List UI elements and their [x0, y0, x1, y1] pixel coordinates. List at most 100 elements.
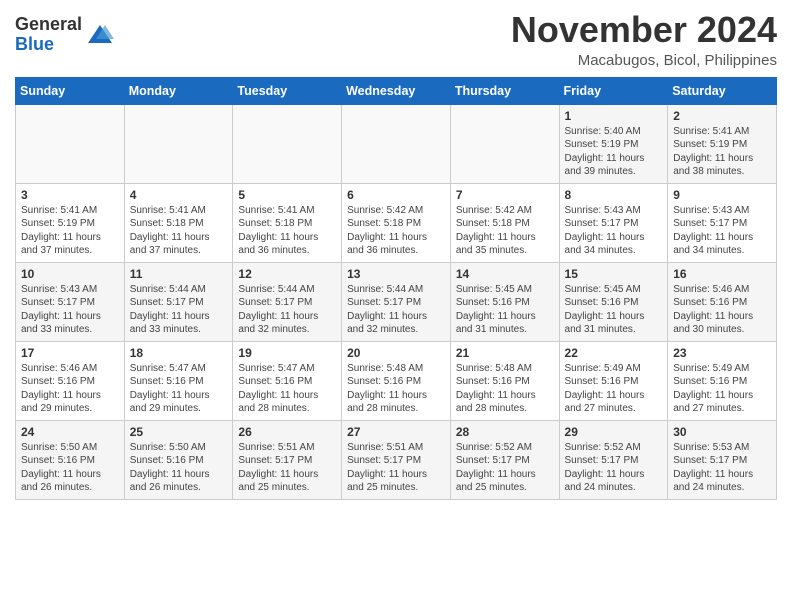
calendar-cell: 26 Sunrise: 5:51 AMSunset: 5:17 PMDayligh…: [233, 420, 342, 499]
day-number: 15: [565, 267, 663, 281]
day-number: 16: [673, 267, 771, 281]
day-info: Sunrise: 5:48 AMSunset: 5:16 PMDaylight:…: [347, 362, 445, 416]
day-number: 27: [347, 425, 445, 439]
calendar-cell: 19 Sunrise: 5:47 AMSunset: 5:16 PMDayligh…: [233, 341, 342, 420]
calendar-cell: 6 Sunrise: 5:42 AMSunset: 5:18 PMDaylight…: [342, 183, 451, 262]
day-number: 22: [565, 346, 663, 360]
weekday-header-sunday: Sunday: [16, 77, 125, 104]
weekday-header-saturday: Saturday: [668, 77, 777, 104]
day-info: Sunrise: 5:43 AMSunset: 5:17 PMDaylight:…: [673, 204, 771, 258]
calendar-cell: 30 Sunrise: 5:53 AMSunset: 5:17 PMDayligh…: [668, 420, 777, 499]
calendar-cell: [16, 104, 125, 183]
day-info: Sunrise: 5:41 AMSunset: 5:19 PMDaylight:…: [21, 204, 119, 258]
weekday-row: SundayMondayTuesdayWednesdayThursdayFrid…: [16, 77, 777, 104]
day-number: 5: [238, 188, 336, 202]
day-number: 9: [673, 188, 771, 202]
day-info: Sunrise: 5:53 AMSunset: 5:17 PMDaylight:…: [673, 441, 771, 495]
logo: General Blue: [15, 15, 114, 55]
calendar-cell: 15 Sunrise: 5:45 AMSunset: 5:16 PMDayligh…: [559, 262, 668, 341]
calendar-week-4: 24 Sunrise: 5:50 AMSunset: 5:16 PMDayligh…: [16, 420, 777, 499]
day-info: Sunrise: 5:43 AMSunset: 5:17 PMDaylight:…: [565, 204, 663, 258]
day-info: Sunrise: 5:51 AMSunset: 5:17 PMDaylight:…: [238, 441, 336, 495]
day-number: 10: [21, 267, 119, 281]
calendar-cell: 29 Sunrise: 5:52 AMSunset: 5:17 PMDayligh…: [559, 420, 668, 499]
day-info: Sunrise: 5:52 AMSunset: 5:17 PMDaylight:…: [456, 441, 554, 495]
day-info: Sunrise: 5:42 AMSunset: 5:18 PMDaylight:…: [456, 204, 554, 258]
calendar-cell: 22 Sunrise: 5:49 AMSunset: 5:16 PMDayligh…: [559, 341, 668, 420]
logo-blue: Blue: [15, 35, 82, 55]
calendar-cell: 16Sunrise: 5:46 AMSunset: 5:16 PMDayligh…: [668, 262, 777, 341]
calendar-week-3: 17 Sunrise: 5:46 AMSunset: 5:16 PMDayligh…: [16, 341, 777, 420]
day-number: 29: [565, 425, 663, 439]
calendar-cell: [450, 104, 559, 183]
calendar-cell: 8Sunrise: 5:43 AMSunset: 5:17 PMDaylight…: [559, 183, 668, 262]
day-number: 6: [347, 188, 445, 202]
location: Macabugos, Bicol, Philippines: [511, 52, 777, 69]
weekday-header-thursday: Thursday: [450, 77, 559, 104]
calendar-cell: 13 Sunrise: 5:44 AMSunset: 5:17 PMDayligh…: [342, 262, 451, 341]
day-number: 24: [21, 425, 119, 439]
calendar-cell: 5Sunrise: 5:41 AMSunset: 5:18 PMDaylight…: [233, 183, 342, 262]
day-info: Sunrise: 5:46 AMSunset: 5:16 PMDaylight:…: [21, 362, 119, 416]
calendar-week-1: 3 Sunrise: 5:41 AMSunset: 5:19 PMDaylight…: [16, 183, 777, 262]
page: General Blue November 2024 Macabugos, Bi…: [0, 0, 792, 515]
day-number: 2: [673, 109, 771, 123]
day-number: 13: [347, 267, 445, 281]
day-number: 3: [21, 188, 119, 202]
day-info: Sunrise: 5:40 AMSunset: 5:19 PMDaylight:…: [565, 125, 663, 179]
calendar-cell: 21 Sunrise: 5:48 AMSunset: 5:16 PMDayligh…: [450, 341, 559, 420]
day-info: Sunrise: 5:49 AMSunset: 5:16 PMDaylight:…: [673, 362, 771, 416]
day-info: Sunrise: 5:43 AMSunset: 5:17 PMDaylight:…: [21, 283, 119, 337]
calendar-body: 1 Sunrise: 5:40 AMSunset: 5:19 PMDaylight…: [16, 104, 777, 499]
calendar-cell: [124, 104, 233, 183]
calendar-cell: 2 Sunrise: 5:41 AMSunset: 5:19 PMDaylight…: [668, 104, 777, 183]
weekday-header-friday: Friday: [559, 77, 668, 104]
weekday-header-tuesday: Tuesday: [233, 77, 342, 104]
calendar-cell: 28Sunrise: 5:52 AMSunset: 5:17 PMDayligh…: [450, 420, 559, 499]
calendar-cell: 23 Sunrise: 5:49 AMSunset: 5:16 PMDayligh…: [668, 341, 777, 420]
day-info: Sunrise: 5:49 AMSunset: 5:16 PMDaylight:…: [565, 362, 663, 416]
day-number: 20: [347, 346, 445, 360]
day-info: Sunrise: 5:50 AMSunset: 5:16 PMDaylight:…: [21, 441, 119, 495]
title-block: November 2024 Macabugos, Bicol, Philippi…: [511, 10, 777, 69]
day-info: Sunrise: 5:44 AMSunset: 5:17 PMDaylight:…: [130, 283, 228, 337]
day-info: Sunrise: 5:41 AMSunset: 5:18 PMDaylight:…: [130, 204, 228, 258]
header: General Blue November 2024 Macabugos, Bi…: [15, 10, 777, 69]
day-info: Sunrise: 5:45 AMSunset: 5:16 PMDaylight:…: [565, 283, 663, 337]
calendar-header: SundayMondayTuesdayWednesdayThursdayFrid…: [16, 77, 777, 104]
calendar-cell: 9 Sunrise: 5:43 AMSunset: 5:17 PMDaylight…: [668, 183, 777, 262]
calendar-cell: 14Sunrise: 5:45 AMSunset: 5:16 PMDayligh…: [450, 262, 559, 341]
day-info: Sunrise: 5:48 AMSunset: 5:16 PMDaylight:…: [456, 362, 554, 416]
day-number: 30: [673, 425, 771, 439]
calendar-cell: 25Sunrise: 5:50 AMSunset: 5:16 PMDayligh…: [124, 420, 233, 499]
calendar-cell: 27 Sunrise: 5:51 AMSunset: 5:17 PMDayligh…: [342, 420, 451, 499]
calendar-cell: 1 Sunrise: 5:40 AMSunset: 5:19 PMDaylight…: [559, 104, 668, 183]
calendar-week-0: 1 Sunrise: 5:40 AMSunset: 5:19 PMDaylight…: [16, 104, 777, 183]
calendar-cell: 12Sunrise: 5:44 AMSunset: 5:17 PMDayligh…: [233, 262, 342, 341]
day-number: 26: [238, 425, 336, 439]
day-number: 1: [565, 109, 663, 123]
day-info: Sunrise: 5:44 AMSunset: 5:17 PMDaylight:…: [347, 283, 445, 337]
day-number: 19: [238, 346, 336, 360]
day-info: Sunrise: 5:51 AMSunset: 5:17 PMDaylight:…: [347, 441, 445, 495]
calendar: SundayMondayTuesdayWednesdayThursdayFrid…: [15, 77, 777, 500]
calendar-cell: 18Sunrise: 5:47 AMSunset: 5:16 PMDayligh…: [124, 341, 233, 420]
day-info: Sunrise: 5:52 AMSunset: 5:17 PMDaylight:…: [565, 441, 663, 495]
day-info: Sunrise: 5:44 AMSunset: 5:17 PMDaylight:…: [238, 283, 336, 337]
calendar-week-2: 10 Sunrise: 5:43 AMSunset: 5:17 PMDayligh…: [16, 262, 777, 341]
day-info: Sunrise: 5:41 AMSunset: 5:19 PMDaylight:…: [673, 125, 771, 179]
day-number: 25: [130, 425, 228, 439]
month-title: November 2024: [511, 10, 777, 50]
logo-general: General: [15, 15, 82, 35]
day-info: Sunrise: 5:45 AMSunset: 5:16 PMDaylight:…: [456, 283, 554, 337]
calendar-cell: 10 Sunrise: 5:43 AMSunset: 5:17 PMDayligh…: [16, 262, 125, 341]
day-number: 23: [673, 346, 771, 360]
day-number: 17: [21, 346, 119, 360]
day-number: 21: [456, 346, 554, 360]
day-number: 18: [130, 346, 228, 360]
day-info: Sunrise: 5:47 AMSunset: 5:16 PMDaylight:…: [238, 362, 336, 416]
calendar-cell: [342, 104, 451, 183]
calendar-cell: 24 Sunrise: 5:50 AMSunset: 5:16 PMDayligh…: [16, 420, 125, 499]
day-info: Sunrise: 5:42 AMSunset: 5:18 PMDaylight:…: [347, 204, 445, 258]
calendar-cell: [233, 104, 342, 183]
